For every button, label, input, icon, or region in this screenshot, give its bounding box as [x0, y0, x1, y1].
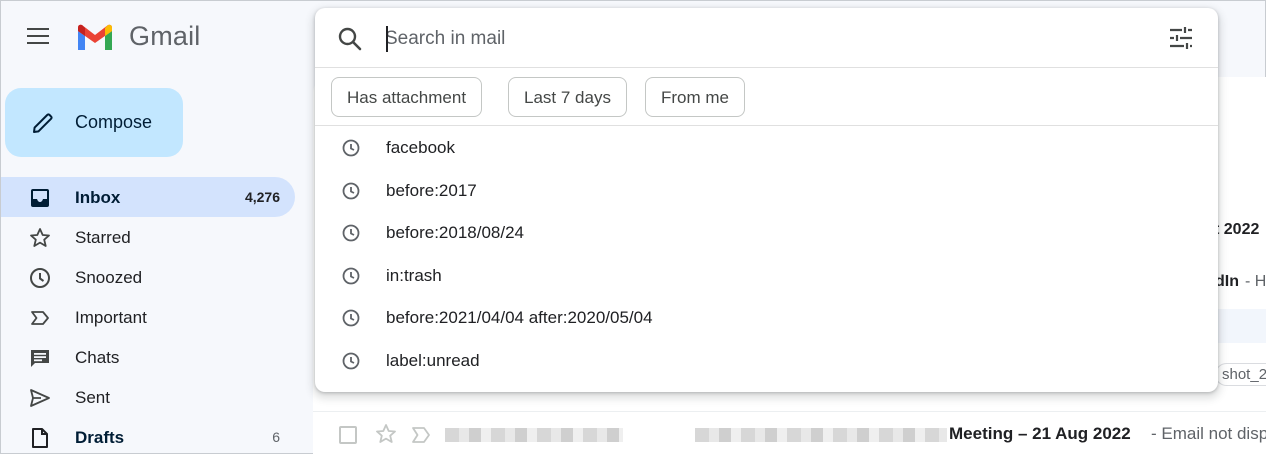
sidebar-item-sent[interactable]: Sent: [1, 377, 295, 417]
search-input[interactable]: [385, 22, 1145, 56]
recent-search-item[interactable]: facebook: [315, 126, 1218, 169]
recent-search-text: before:2017: [386, 180, 477, 200]
gmail-logo-icon: [78, 24, 112, 50]
history-icon: [342, 267, 360, 285]
recent-search-text: before:2021/04/04 after:2020/05/04: [386, 308, 653, 328]
recent-search-item[interactable]: before:2017: [315, 169, 1218, 212]
important-icon: [31, 311, 49, 325]
sidebar-item-label: Drafts: [75, 428, 125, 447]
compose-label: Compose: [75, 112, 153, 132]
recent-searches: facebook before:2017 before:2018/08/24 i…: [315, 126, 1218, 382]
sidebar-item-label: Snoozed: [75, 268, 143, 287]
mail-row[interactable]: Meeting – 21 Aug 2022 - Email not disp: [313, 411, 1266, 454]
sidebar-item-inbox[interactable]: Inbox 4,276: [1, 177, 295, 217]
text-cursor: [386, 26, 388, 52]
search-icon[interactable]: [337, 26, 363, 52]
search-dropdown: Has attachment Last 7 days From me faceb…: [315, 8, 1218, 392]
sidebar-item-drafts[interactable]: Drafts 6: [1, 417, 295, 454]
history-icon: [342, 309, 360, 327]
recent-search-item[interactable]: before:2021/04/04 after:2020/05/04: [315, 296, 1218, 339]
chip-last-7-days[interactable]: Last 7 days: [508, 77, 627, 117]
important-icon[interactable]: [411, 425, 433, 445]
sidebar-item-label: Inbox: [75, 188, 121, 207]
pencil-icon: [33, 113, 53, 133]
search-options-icon[interactable]: [1168, 25, 1194, 51]
sidebar-item-label: Important: [75, 308, 147, 327]
sidebar-item-label: Sent: [75, 388, 110, 407]
unread-count: 4,276: [244, 189, 280, 205]
blurred-sender: [445, 428, 623, 442]
clock-icon: [30, 268, 50, 288]
sidebar-item-important[interactable]: Important: [1, 297, 295, 337]
send-icon: [30, 389, 50, 407]
sidebar-item-snoozed[interactable]: Snoozed: [1, 257, 295, 297]
sidebar-item-label: Chats: [75, 348, 120, 367]
star-icon[interactable]: [375, 423, 397, 445]
sidebar-item-chats[interactable]: Chats: [1, 337, 295, 377]
history-icon: [342, 139, 360, 157]
sidebar-item-label: Starred: [75, 228, 131, 247]
sidebar-nav: Inbox 4,276 Starred Snoozed Important Ch…: [1, 177, 301, 454]
chat-icon: [31, 350, 49, 367]
mail-snippet: - Email not disp: [1151, 424, 1266, 443]
chip-has-attachment[interactable]: Has attachment: [331, 77, 483, 117]
history-icon: [342, 224, 360, 242]
drafts-count: 6: [272, 429, 280, 445]
history-icon: [342, 352, 360, 370]
search-chips: Has attachment Last 7 days From me: [315, 68, 1218, 126]
brand-name: Gmail: [129, 21, 201, 51]
chip-from-me[interactable]: From me: [645, 77, 745, 117]
search-bar: [315, 8, 1218, 68]
inbox-icon: [31, 189, 49, 207]
main-menu-icon[interactable]: [27, 28, 51, 48]
recent-search-text: label:unread: [386, 350, 480, 370]
mail-sender-fragment: dIn: [1215, 273, 1239, 290]
attachment-chip-fragment: shot_2: [1215, 363, 1266, 386]
mail-subject: Meeting – 21 Aug 2022: [949, 424, 1131, 443]
draft-icon: [32, 428, 48, 448]
recent-search-text: in:trash: [386, 265, 442, 285]
recent-search-item[interactable]: in:trash: [315, 254, 1218, 297]
blurred-preview: [695, 428, 947, 442]
history-icon: [342, 182, 360, 199]
selected-row-fragment: [1218, 309, 1266, 343]
recent-search-text: facebook: [386, 138, 455, 157]
recent-search-text: before:2018/08/24: [386, 223, 525, 243]
recent-search-item[interactable]: before:2018/08/24: [315, 211, 1218, 254]
recent-search-item[interactable]: label:unread: [315, 339, 1218, 382]
mail-subject-fragment: t 2022: [1214, 221, 1260, 238]
mail-snippet-fragment: - H: [1245, 273, 1266, 290]
row-checkbox[interactable]: [339, 426, 357, 444]
sidebar-item-starred[interactable]: Starred: [1, 217, 295, 257]
compose-button[interactable]: Compose: [5, 88, 183, 157]
star-icon: [30, 228, 50, 247]
